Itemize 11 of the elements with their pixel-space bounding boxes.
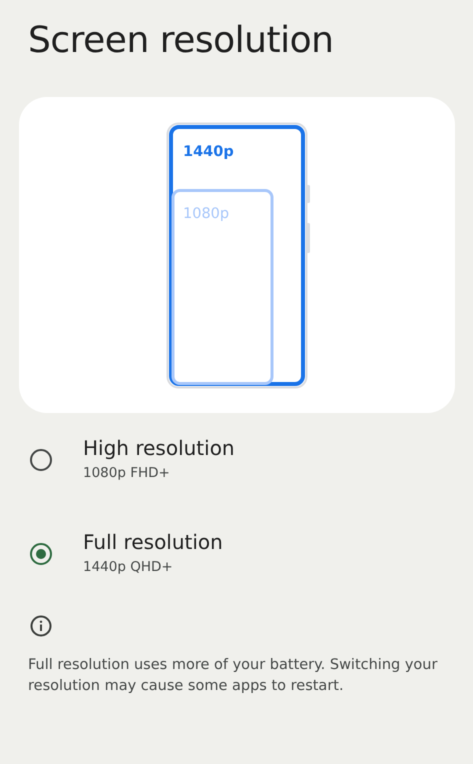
option-title[interactable]: High resolution xyxy=(83,436,235,460)
page-title: Screen resolution xyxy=(27,19,334,63)
footer-text: Full resolution uses more of your battery. Switching your resolution may cause some apps to restart. xyxy=(28,656,438,696)
option-summary: 1080p FHD+ xyxy=(83,464,171,480)
radio-button[interactable] xyxy=(30,449,52,471)
option-title[interactable]: Full resolution xyxy=(83,530,223,554)
option-summary: 1440p QHD+ xyxy=(83,558,174,574)
resolution-label: 1440p xyxy=(183,144,234,160)
info-icon xyxy=(30,615,52,637)
resolution-label: 1080p xyxy=(183,206,230,222)
radio-button[interactable] xyxy=(30,543,52,565)
